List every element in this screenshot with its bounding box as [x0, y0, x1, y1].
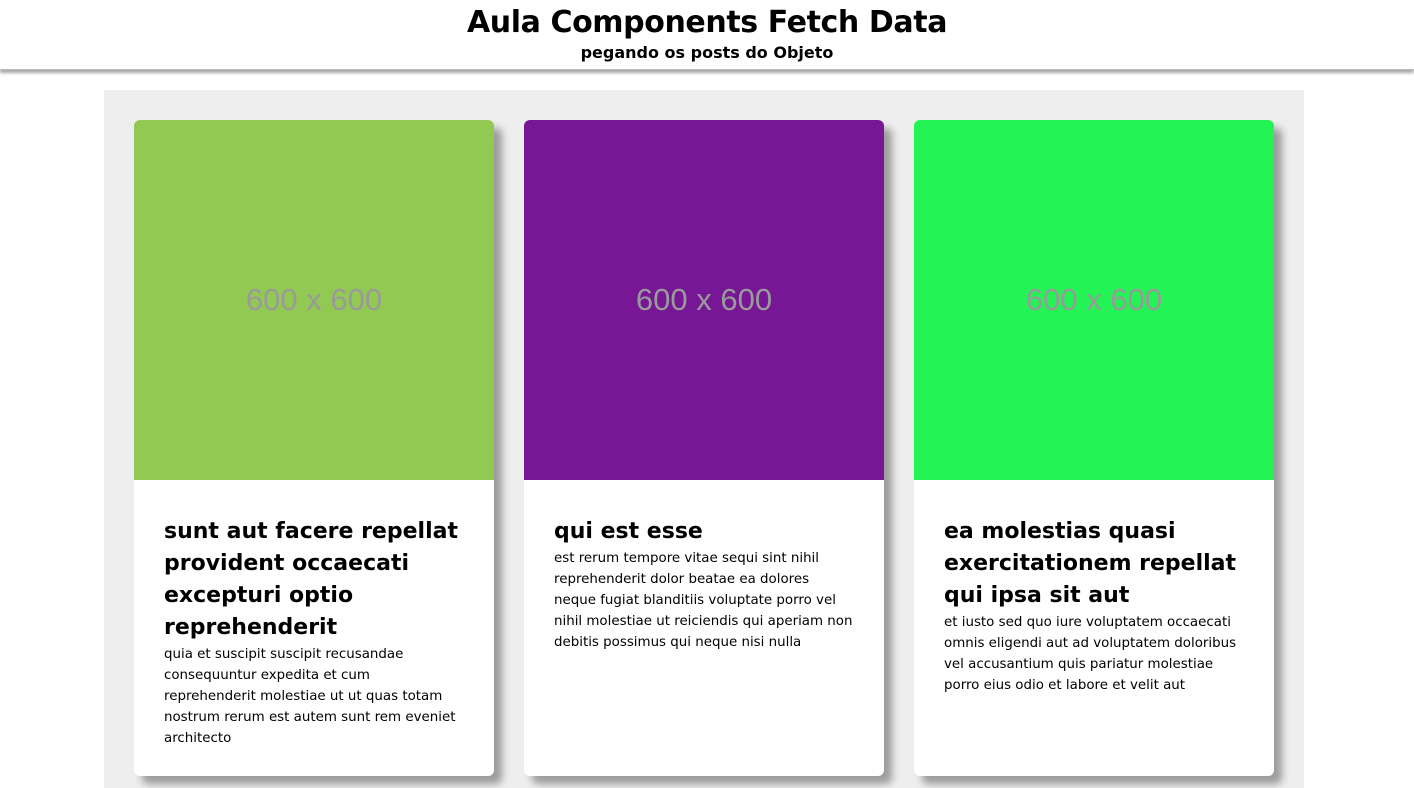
post-card: 600 x 600 qui est esse est rerum tempore…: [524, 120, 884, 776]
posts-container: 600 x 600 sunt aut facere repellat provi…: [104, 90, 1304, 788]
post-image-placeholder: 600 x 600: [134, 120, 494, 480]
post-card: 600 x 600 ea molestias quasi exercitatio…: [914, 120, 1274, 776]
page-subtitle: pegando os posts do Objeto: [580, 43, 834, 62]
post-body: est rerum tempore vitae sequi sint nihil…: [554, 551, 853, 650]
post-card-body: qui est esse est rerum tempore vitae seq…: [524, 480, 884, 653]
post-title: ea molestias quasi exercitationem repell…: [944, 519, 1237, 608]
post-card-body: ea molestias quasi exercitationem repell…: [914, 480, 1274, 696]
post-image-placeholder: 600 x 600: [524, 120, 884, 480]
post-body: quia et suscipit suscipit recusandae con…: [164, 647, 456, 746]
post-card-body: sunt aut facere repellat provident occae…: [134, 480, 494, 749]
post-title: qui est esse: [554, 519, 703, 544]
post-body: et iusto sed quo iure voluptatem occaeca…: [944, 615, 1237, 693]
post-card: 600 x 600 sunt aut facere repellat provi…: [134, 120, 494, 776]
post-title: sunt aut facere repellat provident occae…: [164, 519, 458, 640]
page-title: Aula Components Fetch Data: [466, 5, 948, 40]
page-header: Aula Components Fetch Data pegando os po…: [0, 0, 1414, 70]
post-image-placeholder: 600 x 600: [914, 120, 1274, 480]
